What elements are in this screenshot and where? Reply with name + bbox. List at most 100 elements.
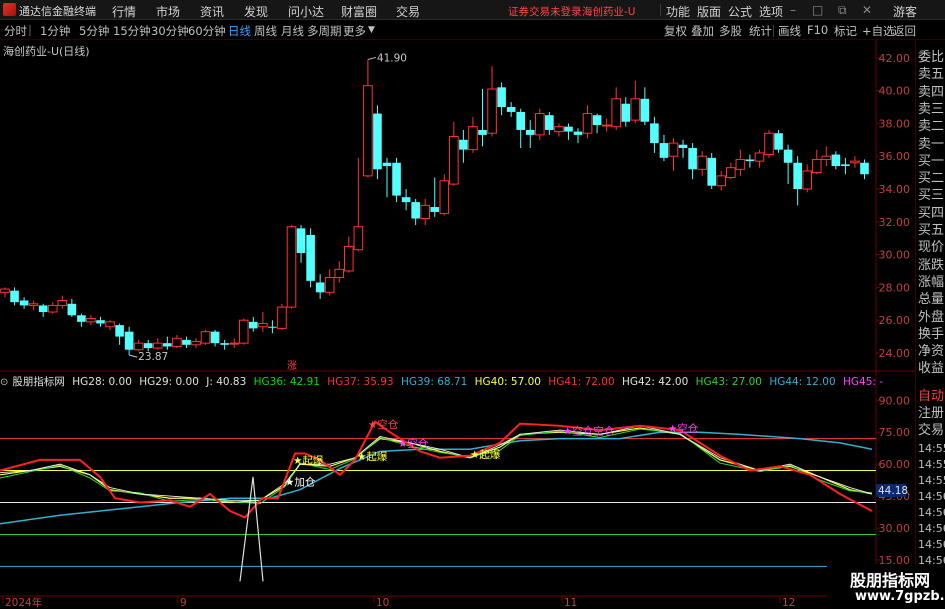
candle-body (697, 155, 707, 170)
candle-body (220, 343, 229, 345)
menu-layout[interactable]: 版面 (697, 3, 721, 20)
maximize-icon[interactable]: □ (812, 3, 823, 17)
btn-back[interactable]: 返回 (893, 23, 916, 39)
menu-formula[interactable]: 公式 (728, 3, 752, 20)
candle-body (258, 322, 268, 328)
menu-trade[interactable]: 交易 (396, 3, 420, 20)
candle-body (573, 131, 583, 135)
candle-body (506, 107, 516, 112)
panel-label: 涨幅 (918, 274, 945, 290)
candle-body (601, 124, 612, 127)
app-logo-icon (3, 3, 16, 16)
panel-label: 卖五 (918, 67, 945, 83)
minimize-icon[interactable]: – (790, 3, 796, 17)
panel-time: 14:56 (918, 506, 945, 519)
indicator-line-hg37 (0, 420, 873, 519)
candle-body (611, 98, 622, 128)
indicator-signal: ★起爆 (470, 448, 501, 461)
panel-time: 14:56 (918, 538, 945, 551)
candle-body (468, 126, 478, 151)
candle-body (430, 207, 440, 212)
btn-multi-stock[interactable]: 多股 (719, 23, 742, 39)
menu-news[interactable]: 资讯 (200, 3, 224, 20)
candle-body (716, 175, 727, 187)
indicator-collapse-icon[interactable]: ⊙ (0, 377, 8, 388)
candle-body (10, 290, 19, 303)
indicator-current-value: 44.18 (878, 485, 908, 497)
period-multi[interactable]: 多周期 (307, 23, 342, 39)
candle-body (793, 162, 802, 189)
close-icon[interactable]: ✕ (862, 3, 872, 17)
candle-body (516, 111, 525, 130)
candle-body (497, 87, 506, 107)
panel-label: 买二 (918, 171, 945, 187)
menu-quotes[interactable]: 行情 (112, 3, 136, 20)
app-title: 通达信金融终端 (19, 5, 96, 18)
btn-add-watchlist[interactable]: +自选 (862, 23, 895, 39)
indicator-signal: ★起爆 (293, 454, 324, 467)
menu-wealth[interactable]: 财富圈 (341, 3, 377, 20)
btn-f10[interactable]: F10 (807, 23, 828, 37)
candle-body (105, 321, 115, 328)
indicator-value: HG40: 57.00 (474, 376, 541, 388)
menu-options[interactable]: 选项 (759, 3, 783, 20)
candle-body (96, 320, 105, 324)
candle-body (764, 132, 774, 156)
indicator-name[interactable]: 股朋指标网 (12, 376, 65, 388)
btn-draw[interactable]: 画线 (778, 23, 801, 39)
period-60min[interactable]: 60分钟 (188, 23, 226, 39)
panel-time: 14:55 (918, 474, 945, 487)
menu-ask[interactable]: 问小达 (288, 3, 324, 20)
candle-body (640, 98, 650, 122)
candle-body (238, 319, 249, 344)
candle-body (850, 160, 860, 164)
chevron-down-icon[interactable]: ▼ (368, 25, 375, 35)
panel-label: 净资 (918, 344, 945, 360)
menu-discover[interactable]: 发现 (244, 3, 268, 20)
candle-body (754, 152, 765, 162)
candle-body (459, 139, 468, 150)
candle-body (401, 197, 411, 203)
login-notice[interactable]: 证券交易未登录 (508, 4, 582, 19)
price-axis-label: 26.00 (879, 314, 911, 327)
period-30min[interactable]: 30分钟 (151, 23, 189, 39)
indicator-value: HG43: 27.00 (695, 376, 762, 388)
period-intraday[interactable]: 分时 (4, 23, 27, 39)
menu-market[interactable]: 市场 (156, 3, 180, 20)
period-1min[interactable]: 1分钟 (40, 23, 70, 39)
period-15min[interactable]: 15分钟 (113, 23, 151, 39)
indicator-value: HG37: 35.93 (327, 376, 394, 388)
indicator-value: HG41: 72.00 (548, 376, 615, 388)
time-axis-label: 9 (180, 597, 187, 609)
guest-user[interactable]: 游客 (893, 3, 917, 20)
candle-body (268, 326, 277, 328)
period-monthly[interactable]: 月线 (281, 23, 304, 39)
panel-action-label[interactable]: 交易 (918, 419, 944, 438)
panel-label: 卖二 (918, 119, 945, 135)
indicator-header: ⊙ 股朋指标网 HG28: 0.00 HG29: 0.00 J: 40.83 HG… (0, 374, 887, 388)
candle-body (592, 115, 602, 126)
candle-body (153, 342, 163, 349)
candle-body (19, 300, 29, 306)
candle-body (57, 300, 68, 306)
current-stock-name: 海创药业-U (582, 6, 636, 18)
period-5min[interactable]: 5分钟 (79, 23, 109, 39)
period-daily[interactable]: 日线 (228, 23, 251, 39)
restore-icon[interactable]: ⧉ (838, 3, 847, 18)
btn-overlay[interactable]: 叠加 (691, 23, 714, 39)
period-weekly[interactable]: 周线 (254, 23, 277, 39)
menu-function[interactable]: 功能 (666, 3, 690, 20)
period-more[interactable]: 更多 (343, 23, 366, 39)
btn-adjust[interactable]: 复权 (664, 23, 687, 39)
candle-body (28, 303, 39, 306)
indicator-signal: ★空仓空仓 (563, 424, 615, 437)
btn-statistics[interactable]: 统计 (749, 23, 772, 39)
price-axis-label: 24.00 (879, 347, 911, 360)
quote-side-panel: KR委比卖五卖四卖三卖二卖一买一买二买三买四买五现价涨跌涨幅总量外盘换手净资收益… (915, 40, 945, 609)
panel-label: 涨跌 (918, 257, 945, 273)
panel-label: 现价 (918, 240, 945, 256)
btn-mark[interactable]: 标记 (834, 23, 857, 39)
kline-chart[interactable]: 42.00 40.00 38.00 36.00 34.00 32.00 30.00 28.00… (0, 40, 945, 609)
indicator-value: HG44: 12.00 (769, 376, 836, 388)
panel-label: 外盘 (918, 309, 945, 325)
